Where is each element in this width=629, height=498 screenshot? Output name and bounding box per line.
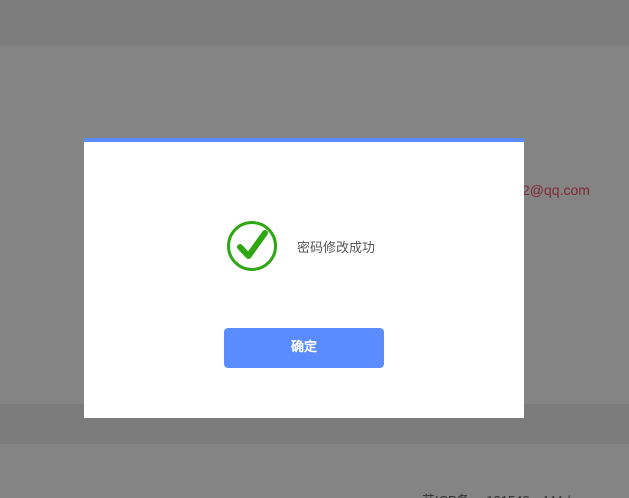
check-circle-icon bbox=[227, 221, 277, 271]
message-row: 密码修改成功 bbox=[226, 220, 375, 272]
success-dialog: 密码修改成功 确定 bbox=[84, 138, 524, 418]
background-email-text: 2@qq.com bbox=[522, 182, 590, 198]
success-message: 密码修改成功 bbox=[297, 240, 376, 256]
page-background: 2@qq.com 苏ICP备… 121548 - 444 / 密码修改成功 确定 bbox=[0, 0, 629, 498]
background-header bbox=[0, 0, 629, 46]
background-footer-text: 苏ICP备… 121548 - 444 / bbox=[422, 490, 570, 498]
confirm-button[interactable]: 确定 bbox=[224, 328, 384, 368]
